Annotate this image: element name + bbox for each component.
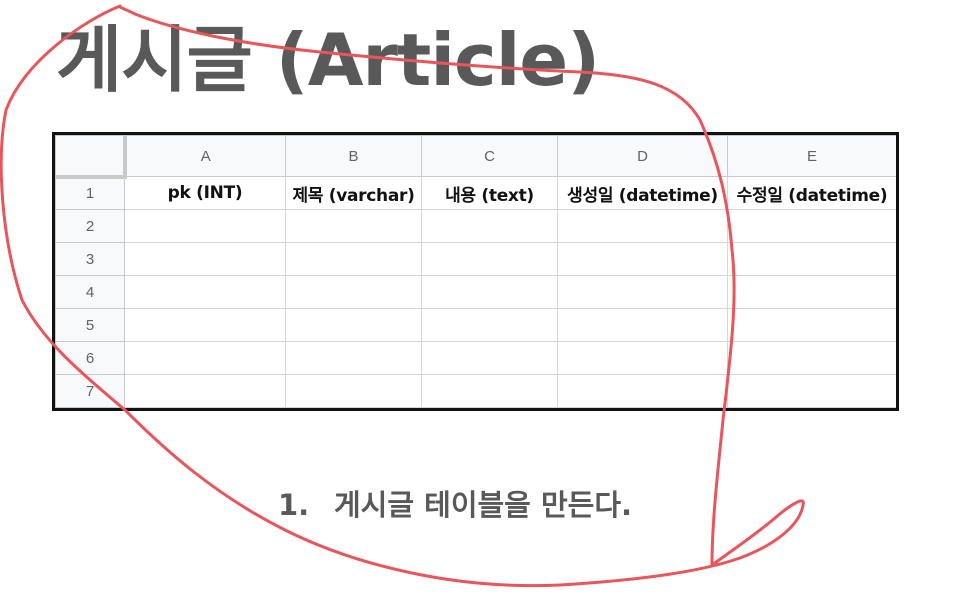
cell-b5[interactable] <box>285 308 422 342</box>
cell-a1[interactable]: pk (INT) <box>124 176 286 210</box>
cell-a6[interactable] <box>124 341 286 375</box>
column-header-a[interactable]: A <box>124 135 286 177</box>
column-header-e[interactable]: E <box>727 135 896 177</box>
cell-e6[interactable] <box>727 341 896 375</box>
cell-b6[interactable] <box>285 341 422 375</box>
cell-e5[interactable] <box>727 308 896 342</box>
table-row: 6 <box>55 341 896 375</box>
table-row: 5 <box>55 308 896 342</box>
cell-c2[interactable] <box>421 209 558 243</box>
step-text: 게시글 테이블을 만든다. <box>334 488 633 522</box>
cell-b4[interactable] <box>285 275 422 309</box>
row-header-7[interactable]: 7 <box>55 374 125 408</box>
row-header-2[interactable]: 2 <box>55 209 125 243</box>
step-caption: 1. 게시글 테이블을 만든다. <box>278 482 632 524</box>
cell-a3[interactable] <box>124 242 286 276</box>
table-row: 1 pk (INT) 제목 (varchar) 내용 (text) 생성일 (d… <box>55 176 896 210</box>
cell-a7[interactable] <box>124 374 286 408</box>
cell-e3[interactable] <box>727 242 896 276</box>
cell-c7[interactable] <box>421 374 558 408</box>
cell-e2[interactable] <box>727 209 896 243</box>
row-header-5[interactable]: 5 <box>55 308 125 342</box>
row-header-6[interactable]: 6 <box>55 341 125 375</box>
table-row: 2 <box>55 209 896 243</box>
table-row: 3 <box>55 242 896 276</box>
cell-a2[interactable] <box>124 209 286 243</box>
cell-d1[interactable]: 생성일 (datetime) <box>557 176 728 210</box>
column-header-d[interactable]: D <box>557 135 728 177</box>
row-header-1[interactable]: 1 <box>55 176 125 210</box>
cell-c4[interactable] <box>421 275 558 309</box>
cell-e7[interactable] <box>727 374 896 408</box>
column-header-row: A B C D E <box>55 135 896 179</box>
cell-d3[interactable] <box>557 242 728 276</box>
select-all-corner[interactable] <box>55 135 127 179</box>
cell-b3[interactable] <box>285 242 422 276</box>
table-row: 4 <box>55 275 896 309</box>
cell-c5[interactable] <box>421 308 558 342</box>
cell-b2[interactable] <box>285 209 422 243</box>
cell-d5[interactable] <box>557 308 728 342</box>
cell-e1[interactable]: 수정일 (datetime) <box>727 176 896 210</box>
row-header-3[interactable]: 3 <box>55 242 125 276</box>
cell-c6[interactable] <box>421 341 558 375</box>
page-title: 게시글 (Article) <box>56 18 600 102</box>
cell-b7[interactable] <box>285 374 422 408</box>
cell-d4[interactable] <box>557 275 728 309</box>
cell-a4[interactable] <box>124 275 286 309</box>
cell-a5[interactable] <box>124 308 286 342</box>
row-header-4[interactable]: 4 <box>55 275 125 309</box>
cell-e4[interactable] <box>727 275 896 309</box>
table-row: 7 <box>55 374 896 408</box>
column-header-b[interactable]: B <box>285 135 422 177</box>
cell-b1[interactable]: 제목 (varchar) <box>285 176 422 210</box>
cell-c1[interactable]: 내용 (text) <box>421 176 558 210</box>
column-header-c[interactable]: C <box>421 135 558 177</box>
cell-d7[interactable] <box>557 374 728 408</box>
spreadsheet-table: A B C D E 1 pk (INT) 제목 (varchar) 내용 (te… <box>52 132 899 411</box>
cell-d2[interactable] <box>557 209 728 243</box>
cell-d6[interactable] <box>557 341 728 375</box>
cell-c3[interactable] <box>421 242 558 276</box>
step-number: 1. <box>278 488 310 522</box>
